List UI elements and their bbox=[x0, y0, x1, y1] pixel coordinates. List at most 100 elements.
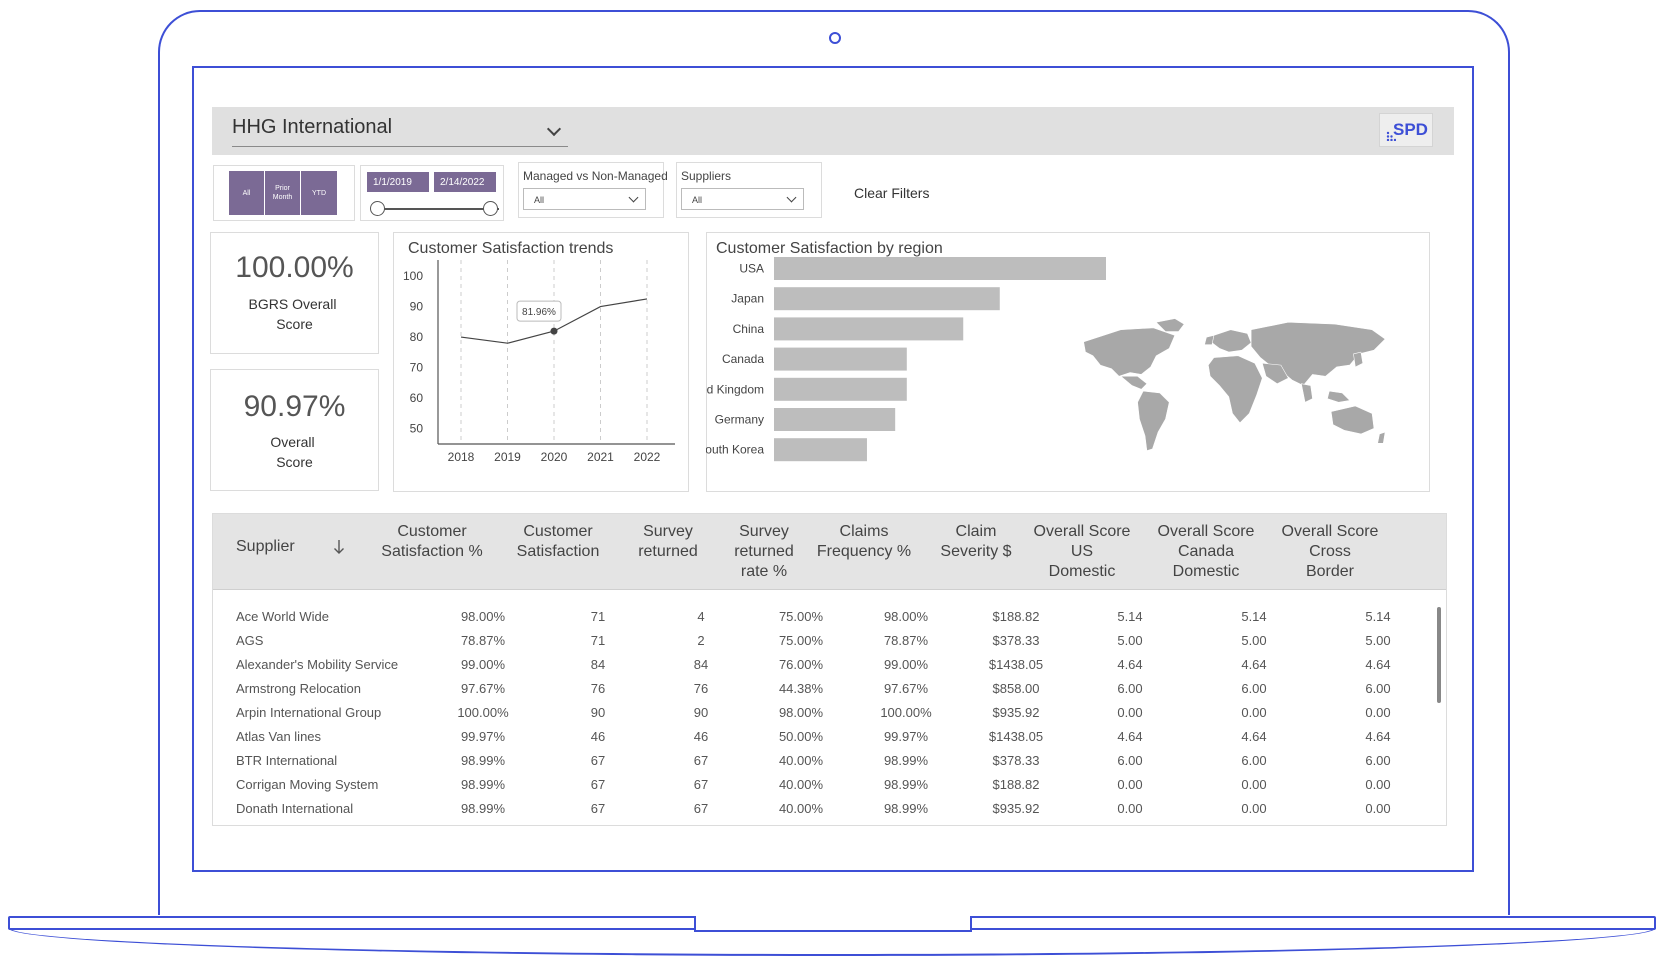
data-point[interactable] bbox=[550, 327, 558, 335]
table-cell: 78.87% bbox=[883, 633, 929, 648]
supplier-name-cell: Atlas Van lines bbox=[236, 729, 322, 744]
table-cell: 98.99% bbox=[883, 753, 929, 768]
column-header-line: Frequency % bbox=[816, 543, 912, 560]
table-cell: 4.64 bbox=[1365, 729, 1391, 744]
kpi-value: 90.97% bbox=[243, 390, 346, 423]
column-header-line: Survey bbox=[643, 523, 693, 540]
region-label: China bbox=[733, 322, 765, 336]
table-cell: 100.00% bbox=[880, 705, 932, 720]
region-bar[interactable] bbox=[774, 347, 907, 371]
table-cell: 5.14 bbox=[1365, 609, 1391, 624]
managed-dropdown[interactable]: All bbox=[523, 188, 646, 210]
table-cell: 0.00 bbox=[1365, 705, 1391, 720]
tooltip-label: 81.96% bbox=[522, 307, 556, 318]
table-cell: 67 bbox=[693, 801, 709, 816]
y-tick-label: 80 bbox=[410, 330, 424, 344]
table-cell: 90 bbox=[693, 705, 709, 720]
x-tick-label: 2019 bbox=[494, 450, 521, 464]
table-cell: 5.14 bbox=[1241, 609, 1267, 624]
table-cell: 98.99% bbox=[460, 753, 506, 768]
table-cell: 46 bbox=[590, 729, 606, 744]
date-slider-end-handle[interactable] bbox=[483, 201, 498, 216]
period-ytd-button[interactable]: YTD bbox=[301, 171, 337, 215]
column-header-line: Overall Score bbox=[1157, 523, 1255, 540]
table-cell: 71 bbox=[590, 609, 606, 624]
region-bar[interactable] bbox=[774, 408, 896, 431]
date-start-chip[interactable]: 1/1/2019 bbox=[367, 172, 429, 192]
suppliers-dropdown[interactable]: All bbox=[681, 188, 804, 210]
column-header[interactable]: Overall Score Canada Domestic bbox=[1151, 522, 1261, 582]
column-header[interactable]: Overall Score Cross Border bbox=[1275, 522, 1385, 582]
column-header-line: rate % bbox=[740, 563, 788, 580]
table-cell: 5.00 bbox=[1241, 633, 1267, 648]
table-scrollbar[interactable] bbox=[1437, 607, 1441, 703]
table-cell: 0.00 bbox=[1117, 777, 1143, 792]
region-bar[interactable] bbox=[774, 377, 907, 401]
clear-filters-link[interactable]: Clear Filters bbox=[854, 185, 929, 201]
table-cell: 98.99% bbox=[460, 777, 506, 792]
arrow-down-icon[interactable] bbox=[333, 539, 345, 555]
region-bar[interactable] bbox=[774, 438, 867, 462]
column-header-line: Overall Score bbox=[1281, 523, 1379, 540]
column-header[interactable]: Survey returned rate % bbox=[714, 522, 814, 582]
column-header-line: Survey bbox=[739, 523, 789, 540]
table-cell: 40.00% bbox=[778, 801, 824, 816]
table-cell: 2 bbox=[697, 633, 705, 648]
supplier-name-cell: AGS bbox=[236, 633, 264, 648]
column-header-line: Canada bbox=[1177, 543, 1235, 560]
column-header-line bbox=[236, 557, 295, 577]
table-cell: $858.00 bbox=[992, 681, 1040, 696]
column-header[interactable]: Customer Satisfaction % bbox=[372, 522, 492, 582]
column-header[interactable]: Overall Score US Domestic bbox=[1027, 522, 1137, 582]
table-cell: 40.00% bbox=[778, 753, 824, 768]
table-cell: 99.97% bbox=[883, 729, 929, 744]
suppliers-filter-label: Suppliers bbox=[681, 169, 732, 183]
column-header[interactable]: Customer Satisfaction bbox=[503, 522, 613, 582]
period-all-button[interactable]: All bbox=[229, 171, 265, 215]
table-cell: 44.38% bbox=[778, 681, 824, 696]
table-cell: 0.00 bbox=[1241, 705, 1267, 720]
table-cell: $188.82 bbox=[992, 609, 1040, 624]
table-cell: 40.00% bbox=[778, 777, 824, 792]
column-header[interactable]: Claim Severity $ bbox=[926, 522, 1026, 582]
region-bar[interactable] bbox=[774, 317, 964, 341]
column-header[interactable]: Claims Frequency % bbox=[804, 522, 924, 582]
date-slider-track[interactable] bbox=[383, 208, 499, 210]
period-prior-month-button[interactable]: Prior Month bbox=[265, 171, 301, 215]
table-cell: $935.92 bbox=[992, 705, 1040, 720]
region-bar[interactable] bbox=[774, 257, 1106, 280]
table-cell: 99.00% bbox=[883, 657, 929, 672]
table-cell: 6.00 bbox=[1117, 753, 1143, 768]
kpi-label: Score bbox=[276, 316, 313, 332]
kpi-label: Score bbox=[276, 454, 313, 470]
column-header-line bbox=[372, 562, 492, 582]
company-select-value: HHG International bbox=[232, 116, 393, 138]
date-end-chip[interactable]: 2/14/2022 bbox=[434, 172, 496, 192]
y-tick-label: 50 bbox=[410, 422, 424, 436]
table-cell: 6.00 bbox=[1365, 681, 1391, 696]
camera-icon bbox=[829, 32, 841, 44]
column-header[interactable]: Supplier bbox=[236, 537, 295, 597]
table-cell: 78.87% bbox=[460, 633, 506, 648]
column-header-line: Severity $ bbox=[940, 543, 1012, 560]
table-cell: 5.00 bbox=[1117, 633, 1143, 648]
laptop-base-curve bbox=[8, 928, 1656, 956]
region-bar[interactable] bbox=[774, 287, 1000, 311]
table-cell: 4.64 bbox=[1365, 657, 1391, 672]
table-cell: 67 bbox=[693, 777, 709, 792]
kpi-label: BGRS Overall bbox=[248, 296, 337, 312]
table-cell: 67 bbox=[590, 753, 606, 768]
y-tick-label: 100 bbox=[403, 269, 423, 283]
table-cell: 98.99% bbox=[460, 801, 506, 816]
table-cell: 97.67% bbox=[883, 681, 929, 696]
period-buttons: All Prior Month YTD bbox=[229, 171, 337, 215]
table-cell: 99.97% bbox=[460, 729, 506, 744]
y-tick-label: 60 bbox=[410, 391, 424, 405]
date-slider-start-handle[interactable] bbox=[370, 201, 385, 216]
table-cell: 0.00 bbox=[1365, 777, 1391, 792]
table-cell: 98.00% bbox=[460, 609, 506, 624]
column-header[interactable]: Survey returned bbox=[623, 522, 713, 582]
x-tick-label: 2021 bbox=[587, 450, 614, 464]
table-cell: 0.00 bbox=[1241, 777, 1267, 792]
supplier-name-cell: BTR International bbox=[236, 753, 338, 768]
